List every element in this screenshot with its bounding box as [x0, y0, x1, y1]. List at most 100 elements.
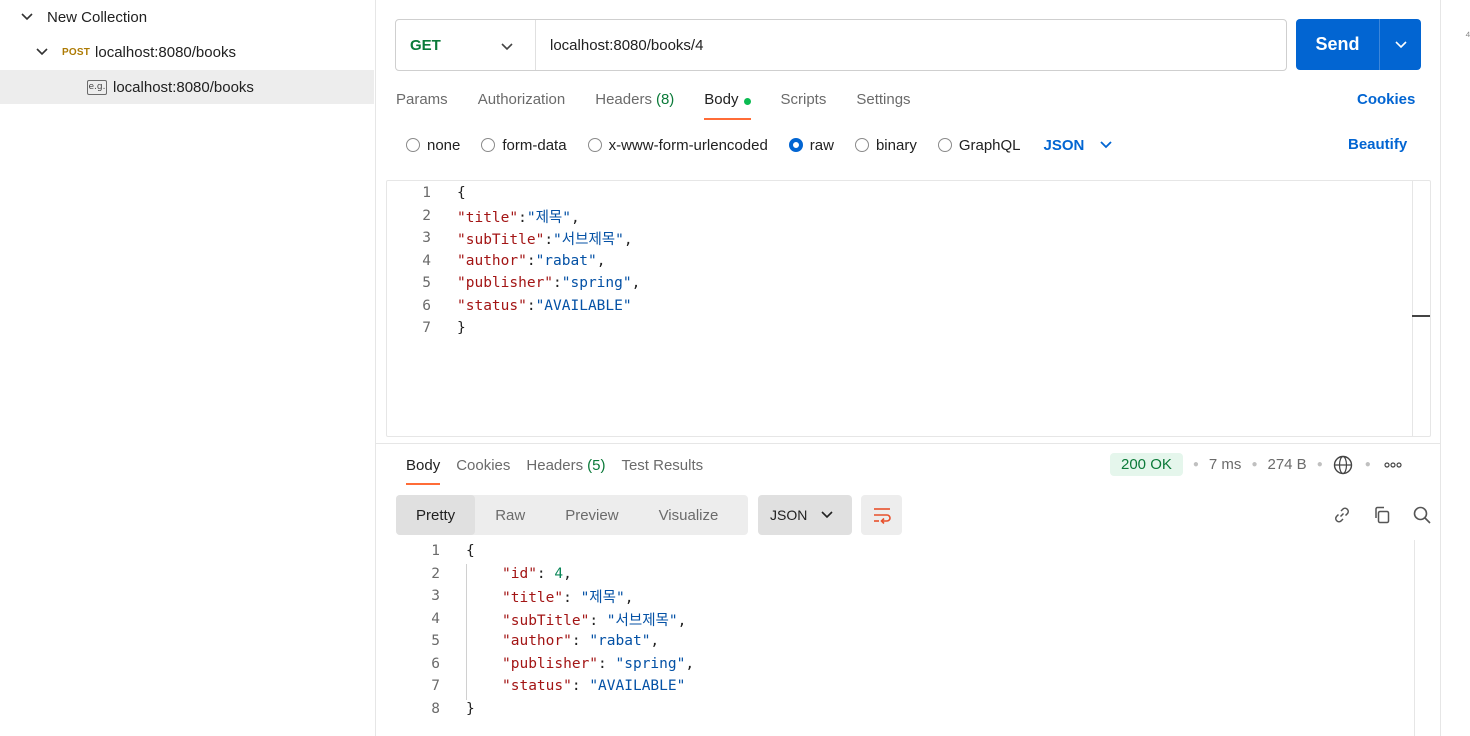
- response-format-select[interactable]: JSON: [758, 495, 852, 535]
- json-sep: ,: [677, 612, 687, 629]
- radio-label: raw: [809, 136, 834, 154]
- code-line: 1{: [386, 540, 1432, 562]
- more-options-icon[interactable]: [1383, 461, 1403, 469]
- radio-x-www-form-urlencoded[interactable]: x-www-form-urlencoded: [587, 137, 768, 154]
- json-sep: ,: [570, 209, 580, 226]
- send-options-chevron-icon[interactable]: [1380, 19, 1421, 70]
- tab-params[interactable]: Params: [396, 86, 448, 120]
- request-body-editor[interactable]: 1{ 2 "title":"제목", 3 "subTitle":"서브제목", 4 "…: [386, 180, 1431, 437]
- json-value: "rabat": [589, 633, 651, 649]
- sidebar-request-item[interactable]: POST localhost:8080/books: [0, 35, 374, 69]
- body-type-selector: none form-data x-www-form-urlencoded raw…: [406, 134, 1113, 156]
- view-tab-preview[interactable]: Preview: [545, 495, 638, 535]
- url-input[interactable]: [536, 36, 1286, 54]
- method-select[interactable]: GET: [396, 20, 536, 70]
- code-line: 6 "publisher": "spring",: [386, 653, 1432, 675]
- url-bar: GET: [395, 19, 1287, 71]
- chevron-down-icon: [1100, 141, 1113, 149]
- view-tab-pretty[interactable]: Pretty: [396, 495, 476, 535]
- radio-icon[interactable]: [587, 138, 602, 152]
- response-tab-body[interactable]: Body: [406, 452, 441, 485]
- radio-form-data[interactable]: form-data: [481, 137, 567, 154]
- response-time[interactable]: 7 ms: [1209, 456, 1242, 473]
- search-icon[interactable]: [1410, 503, 1434, 527]
- send-label[interactable]: Send: [1296, 19, 1380, 70]
- json-sep: :: [544, 231, 554, 248]
- globe-icon[interactable]: [1333, 455, 1353, 475]
- separator-dot-icon: ●: [1192, 459, 1199, 470]
- send-button[interactable]: Send: [1296, 19, 1421, 70]
- response-tab-headers[interactable]: Headers (5): [526, 452, 605, 485]
- radio-icon[interactable]: [937, 138, 952, 152]
- request-method-badge: POST: [62, 46, 91, 58]
- format-label: JSON: [770, 507, 808, 523]
- view-tab-raw[interactable]: Raw: [475, 495, 545, 535]
- json-value: "rabat": [535, 253, 597, 269]
- json-sep: :: [571, 633, 590, 649]
- radio-icon[interactable]: [406, 138, 420, 152]
- wrap-lines-icon[interactable]: [861, 495, 902, 535]
- json-sep: :: [553, 275, 562, 291]
- example-name: localhost:8080/books: [113, 78, 254, 96]
- pane-divider[interactable]: [376, 443, 1440, 444]
- code-text: }: [466, 701, 475, 717]
- json-value: "AVAILABLE": [589, 678, 686, 694]
- radio-icon[interactable]: [854, 138, 869, 152]
- cookies-link[interactable]: Cookies: [1357, 91, 1415, 108]
- line-number: 2: [431, 566, 440, 582]
- radio-binary[interactable]: binary: [854, 137, 917, 154]
- json-key: "author": [457, 253, 527, 269]
- tab-label: Scripts: [780, 91, 827, 108]
- response-scrollbar[interactable]: [1414, 540, 1432, 736]
- json-sep: :: [526, 253, 536, 269]
- example-icon: e.g.: [87, 79, 107, 95]
- json-key: "publisher": [502, 656, 599, 672]
- radio-selected-icon[interactable]: [788, 138, 803, 152]
- radio-raw[interactable]: raw: [788, 136, 834, 154]
- collection-row[interactable]: New Collection: [0, 0, 374, 34]
- collections-sidebar: New Collection POST localhost:8080/books…: [0, 0, 376, 736]
- response-tab-test-results[interactable]: Test Results: [621, 452, 703, 485]
- code-line: 3 "subTitle":"서브제목",: [387, 227, 1430, 249]
- tab-settings[interactable]: Settings: [856, 86, 910, 120]
- radio-none[interactable]: none: [406, 137, 460, 154]
- radio-icon[interactable]: [481, 138, 496, 152]
- code-line: 3 "title": "제목",: [386, 585, 1432, 607]
- chevron-down-icon[interactable]: [19, 9, 35, 25]
- json-sep: ,: [563, 566, 572, 582]
- line-number: 6: [422, 298, 431, 314]
- tab-scripts[interactable]: Scripts: [781, 86, 827, 120]
- json-key: "subTitle": [457, 231, 545, 248]
- code-line: 2 "title":"제목",: [387, 205, 1430, 227]
- view-tab-visualize[interactable]: Visualize: [639, 495, 739, 535]
- raw-format-select[interactable]: JSON: [1044, 137, 1113, 154]
- radio-label: GraphQL: [958, 136, 1021, 154]
- tab-authorization[interactable]: Authorization: [478, 86, 566, 120]
- copy-icon[interactable]: [1370, 503, 1394, 527]
- code-text: {: [457, 185, 466, 201]
- tab-label: Cookies: [456, 457, 511, 474]
- radio-graphql[interactable]: GraphQL: [937, 136, 1021, 154]
- tab-headers[interactable]: Headers (8): [595, 86, 674, 120]
- editor-scrollbar[interactable]: [1412, 181, 1430, 436]
- code-line: 7 "status": "AVAILABLE": [386, 675, 1432, 697]
- chevron-down-icon[interactable]: [34, 44, 50, 60]
- line-number: 4: [431, 611, 440, 627]
- response-body-viewer[interactable]: 1{ 2 "id": 4, 3 "title": "제목", 4 "subTitle"…: [386, 540, 1432, 736]
- link-icon[interactable]: [1330, 503, 1354, 527]
- response-size[interactable]: 274 B: [1267, 456, 1306, 473]
- json-key: "status": [457, 298, 527, 314]
- side-panel-glyph[interactable]: ⁴: [1465, 28, 1470, 43]
- line-number: 6: [431, 656, 440, 672]
- line-number: 7: [431, 678, 440, 694]
- json-sep: :: [571, 678, 590, 694]
- response-tab-cookies[interactable]: Cookies: [456, 452, 510, 485]
- separator-dot-icon: ●: [1316, 459, 1323, 470]
- modified-dot-icon: [743, 98, 751, 105]
- tab-body[interactable]: Body: [704, 86, 751, 120]
- request-editor: GET Send Params Authorization Headers(8)…: [376, 0, 1440, 736]
- beautify-button[interactable]: Beautify: [1348, 136, 1407, 153]
- collection-name: New Collection: [47, 8, 148, 26]
- sidebar-example-item[interactable]: e.g. localhost:8080/books: [0, 70, 374, 104]
- status-badge[interactable]: 200 OK: [1110, 453, 1183, 476]
